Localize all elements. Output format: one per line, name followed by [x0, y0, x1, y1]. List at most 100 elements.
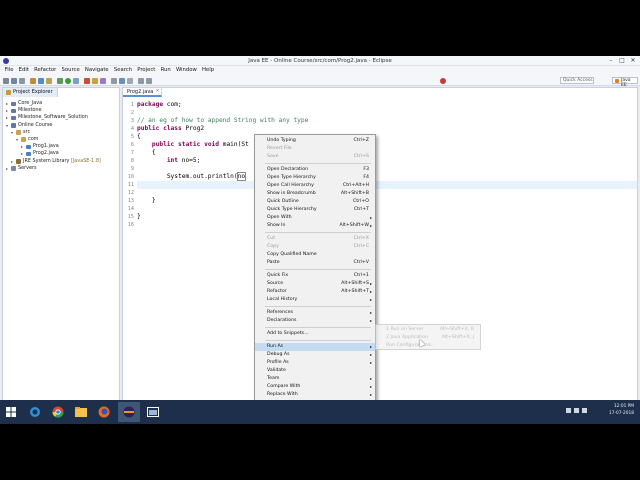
menu-item-open-call-hierarchy[interactable]: Open Call Hierarchy Ctrl+Alt+H — [255, 182, 375, 190]
volume-icon[interactable] — [574, 408, 579, 413]
menu-item-undo-typing[interactable]: Undo Typing Ctrl+Z — [255, 137, 375, 145]
java-ee-perspective-button[interactable]: Java EE — [612, 77, 638, 88]
menu-navigate[interactable]: Navigate — [82, 66, 111, 75]
expand-icon[interactable]: ▸ — [21, 143, 23, 150]
editor-tab-prog2[interactable]: Prog2.java ✕ — [123, 88, 163, 97]
close-tab-icon[interactable]: ✕ — [156, 88, 160, 96]
menu-search[interactable]: Search — [111, 66, 134, 75]
java-perspective-icon[interactable] — [440, 77, 446, 84]
menu-item-paste[interactable]: Paste Ctrl+V — [255, 259, 375, 267]
new-java-class-icon[interactable] — [92, 77, 98, 84]
menu-edit[interactable]: Edit — [16, 66, 31, 75]
collapse-icon[interactable]: ▾ — [11, 129, 13, 136]
menu-item-team[interactable]: Team ▸ — [255, 375, 375, 383]
open-task-icon[interactable] — [111, 77, 117, 84]
menu-run[interactable]: Run — [158, 66, 173, 75]
code-editor[interactable]: Prog2.java ✕ 1 2 3 4 5 6 7 8 9 10 11 12 … — [122, 87, 638, 407]
menu-item-open-type-hierarchy[interactable]: Open Type Hierarchy F4 — [255, 174, 375, 182]
menu-item-save[interactable]: Save Ctrl+S — [255, 153, 375, 161]
menu-item-run-as[interactable]: Run As ▸ — [255, 343, 375, 351]
expand-icon[interactable]: ▸ — [21, 150, 23, 157]
open-type-icon[interactable] — [38, 77, 44, 84]
tree-item-online-course[interactable]: ▾ Online Course — [3, 122, 121, 129]
taskbar-chrome[interactable] — [47, 402, 69, 422]
menu-project[interactable]: Project — [135, 66, 158, 75]
forward-icon[interactable] — [146, 77, 152, 84]
submenu-item-java-application[interactable]: 2 Java Application Alt+Shift+X, J — [376, 334, 480, 342]
menu-item-validate[interactable]: Validate — [255, 367, 375, 375]
menu-item-refactor[interactable]: Refactor Alt+Shift+T ▸ — [255, 288, 375, 296]
taskbar-eclipse[interactable] — [118, 402, 140, 422]
menu-source[interactable]: Source — [59, 66, 82, 75]
start-button[interactable] — [0, 402, 22, 422]
taskbar-app[interactable] — [142, 402, 164, 422]
external-tools-icon[interactable] — [73, 77, 79, 84]
menu-item-quick-type-hierarchy[interactable]: Quick Type Hierarchy Ctrl+T — [255, 206, 375, 214]
tree-item-prog1[interactable]: ▸ Prog1.java — [3, 143, 121, 150]
toggle-mark-icon[interactable] — [119, 77, 125, 84]
menu-file[interactable]: File — [2, 66, 16, 75]
tree-item-prog2[interactable]: ▸ Prog2.java — [3, 150, 121, 157]
quick-access-field[interactable]: Quick Access — [560, 77, 594, 84]
annotation-icon[interactable] — [127, 77, 133, 84]
project-explorer-tab[interactable]: Project Explorer — [3, 88, 58, 97]
menu-help[interactable]: Help — [199, 66, 216, 75]
back-icon[interactable] — [138, 77, 144, 84]
tree-item-milestone-software-solution[interactable]: ▸ Milestone_Software_Solution — [3, 114, 121, 121]
menu-item-show-in-breadcrumb[interactable]: Show in Breadcrumb Alt+Shift+B — [255, 190, 375, 198]
code-area[interactable]: package com; // an eg of how to append S… — [137, 101, 637, 229]
tree-item-core-java[interactable]: ▸ Core_Java — [3, 100, 121, 107]
collapse-icon[interactable]: ▾ — [6, 122, 8, 129]
minimize-button[interactable]: – — [606, 57, 616, 65]
submenu-item-run-configurations[interactable]: Run Configurations... — [376, 342, 480, 350]
battery-icon[interactable] — [582, 408, 587, 413]
server-icon[interactable] — [30, 77, 36, 84]
tree-item-milestone[interactable]: ▸ Milestone — [3, 107, 121, 114]
tree-item-servers[interactable]: ▸ Servers — [3, 165, 121, 172]
menu-item-declarations[interactable]: Declarations ▸ — [255, 317, 375, 325]
close-button[interactable]: ✕ — [628, 57, 638, 65]
expand-icon[interactable]: ▸ — [6, 114, 8, 121]
new-package-icon[interactable] — [100, 77, 106, 84]
menu-item-references[interactable]: References ▸ — [255, 309, 375, 317]
tree-item-com[interactable]: ▾ com — [3, 136, 121, 143]
expand-icon[interactable]: ▸ — [11, 158, 13, 165]
menu-item-profile-as[interactable]: Profile As ▸ — [255, 359, 375, 367]
taskbar-file-explorer[interactable] — [70, 402, 92, 422]
tree-item-src[interactable]: ▾ src — [3, 129, 121, 136]
stop-icon[interactable] — [84, 77, 90, 84]
run-icon[interactable] — [65, 77, 71, 84]
menu-item-replace-with[interactable]: Replace With ▸ — [255, 391, 375, 399]
save-icon[interactable] — [11, 77, 17, 84]
menu-item-debug-as[interactable]: Debug As ▸ — [255, 351, 375, 359]
save-all-icon[interactable] — [19, 77, 25, 84]
search-icon[interactable] — [46, 77, 52, 84]
menu-item-copy[interactable]: Copy Ctrl+C — [255, 243, 375, 251]
debug-icon[interactable] — [57, 77, 63, 84]
taskbar-internet-explorer[interactable] — [24, 402, 46, 422]
expand-icon[interactable]: ▸ — [6, 100, 8, 107]
maximize-button[interactable]: □ — [617, 57, 627, 65]
menu-item-open-with[interactable]: Open With ▸ — [255, 214, 375, 222]
submenu-item-run-on-server[interactable]: 1 Run on Server Alt+Shift+X, R — [376, 326, 480, 334]
menu-item-show-in[interactable]: Show In Alt+Shift+W ▸ — [255, 222, 375, 230]
expand-icon[interactable]: ▸ — [6, 107, 8, 114]
tree-item-jre-system-library[interactable]: ▸ JRE System Library [JavaSE-1.8] — [3, 158, 121, 165]
menu-refactor[interactable]: Refactor — [32, 66, 59, 75]
menu-item-compare-with[interactable]: Compare With ▸ — [255, 383, 375, 391]
menu-item-quick-outline[interactable]: Quick Outline Ctrl+O — [255, 198, 375, 206]
taskbar-firefox[interactable] — [93, 402, 115, 422]
system-clock[interactable]: 12:01 PM 17-07-2018 — [594, 403, 634, 417]
menu-item-local-history[interactable]: Local History ▸ — [255, 296, 375, 304]
menu-item-open-declaration[interactable]: Open Declaration F3 — [255, 166, 375, 174]
menu-item-source[interactable]: Source Alt+Shift+S ▸ — [255, 280, 375, 288]
menu-item-copy-qualified-name[interactable]: Copy Qualified Name — [255, 251, 375, 259]
expand-icon[interactable]: ▸ — [6, 165, 8, 172]
menu-item-add-to-snippets[interactable]: Add to Snippets... — [255, 330, 375, 338]
new-icon[interactable] — [3, 77, 9, 84]
menu-item-revert-file[interactable]: Revert File — [255, 145, 375, 153]
menu-item-cut[interactable]: Cut Ctrl+X — [255, 235, 375, 243]
network-icon[interactable] — [566, 408, 571, 413]
menu-window[interactable]: Window — [173, 66, 199, 75]
menu-item-quick-fix[interactable]: Quick Fix Ctrl+1 — [255, 272, 375, 280]
